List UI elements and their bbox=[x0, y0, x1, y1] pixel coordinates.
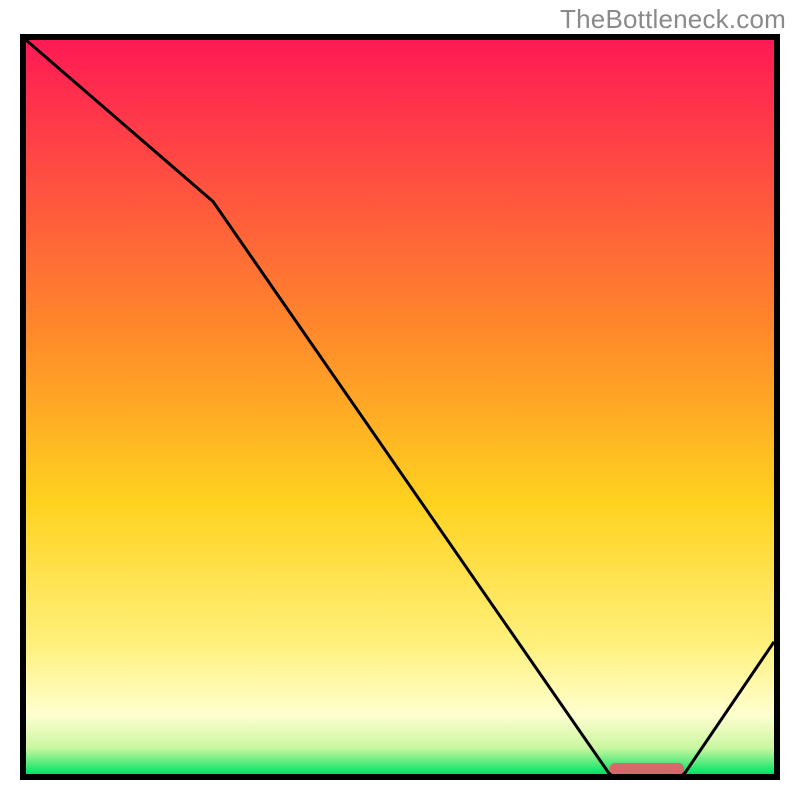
optimal-range-marker bbox=[609, 763, 684, 774]
plot-area bbox=[26, 40, 774, 774]
chart-frame: TheBottleneck.com bbox=[0, 0, 800, 800]
bottleneck-chart bbox=[26, 40, 774, 774]
watermark-text: TheBottleneck.com bbox=[560, 4, 786, 35]
plot-border bbox=[20, 34, 780, 780]
gradient-background bbox=[26, 40, 774, 774]
